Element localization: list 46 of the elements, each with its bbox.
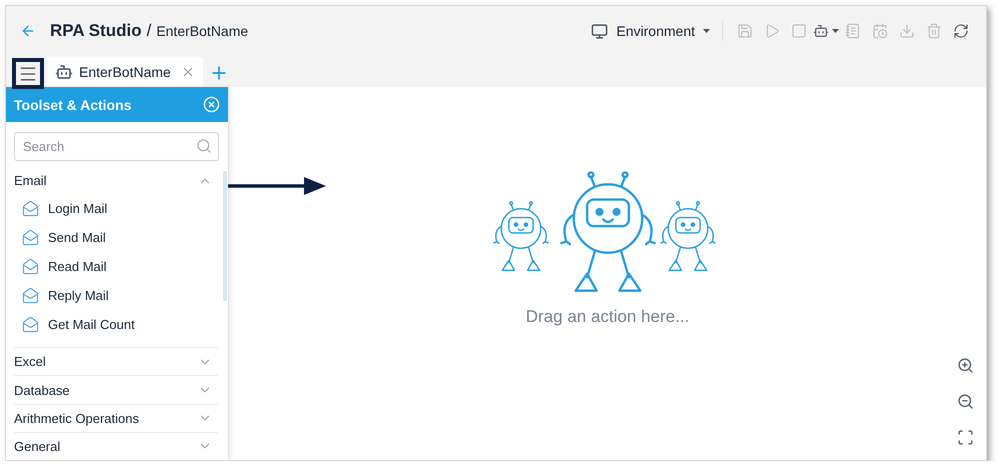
close-icon[interactable] [181, 65, 195, 79]
menu-button[interactable] [12, 58, 44, 89]
category-header[interactable]: Arithmetic Operations [14, 404, 218, 432]
category-header[interactable]: Email [14, 167, 218, 194]
stop-icon [790, 23, 806, 39]
action-item[interactable]: Read Mail [14, 252, 218, 282]
mail-icon [22, 229, 39, 246]
calendar-clock-icon [872, 23, 888, 39]
action-item[interactable]: Send Mail [14, 223, 218, 252]
empty-canvas-message: Drag an action here... [526, 307, 690, 327]
zoom-out-button[interactable] [957, 393, 974, 410]
close-icon[interactable] [203, 96, 220, 113]
zoom-in-icon [957, 357, 974, 374]
category-header[interactable]: General [14, 432, 218, 460]
bot-name: EnterBotName [156, 23, 248, 39]
mail-icon [22, 258, 39, 276]
action-item[interactable]: Get Mail Count [14, 310, 218, 340]
notepad-icon [844, 23, 860, 39]
panel-title: Toolset & Actions [14, 96, 132, 112]
action-item[interactable]: Login Mail [14, 194, 218, 224]
robot-icon [812, 23, 828, 39]
monitor-icon [591, 22, 608, 40]
fullscreen-icon [957, 429, 974, 446]
trash-icon [926, 23, 942, 39]
mail-icon [22, 287, 39, 304]
refresh-icon [952, 23, 968, 39]
app-title: RPA Studio [50, 21, 142, 41]
search-field[interactable]: Search [14, 132, 219, 161]
robot-icon [55, 63, 73, 81]
mail-icon [22, 200, 39, 218]
zoom-in-button[interactable] [957, 357, 974, 374]
search-icon [196, 138, 212, 154]
caret-icon [832, 29, 838, 33]
zoom-out-icon [957, 393, 974, 410]
back-button[interactable] [20, 23, 36, 39]
fullscreen-button[interactable] [957, 429, 974, 446]
download-icon [898, 23, 914, 39]
caret-icon [703, 29, 710, 33]
save-icon [736, 23, 752, 39]
category-header[interactable]: Database [14, 375, 218, 404]
category-header[interactable]: Excel [14, 347, 218, 376]
bot-tab[interactable]: EnterBotName [47, 57, 203, 87]
mail-icon [22, 316, 39, 334]
breadcrumb-separator: / [146, 21, 152, 41]
environment-dropdown[interactable]: Environment [587, 22, 714, 40]
action-item[interactable]: Reply Mail [14, 281, 218, 310]
